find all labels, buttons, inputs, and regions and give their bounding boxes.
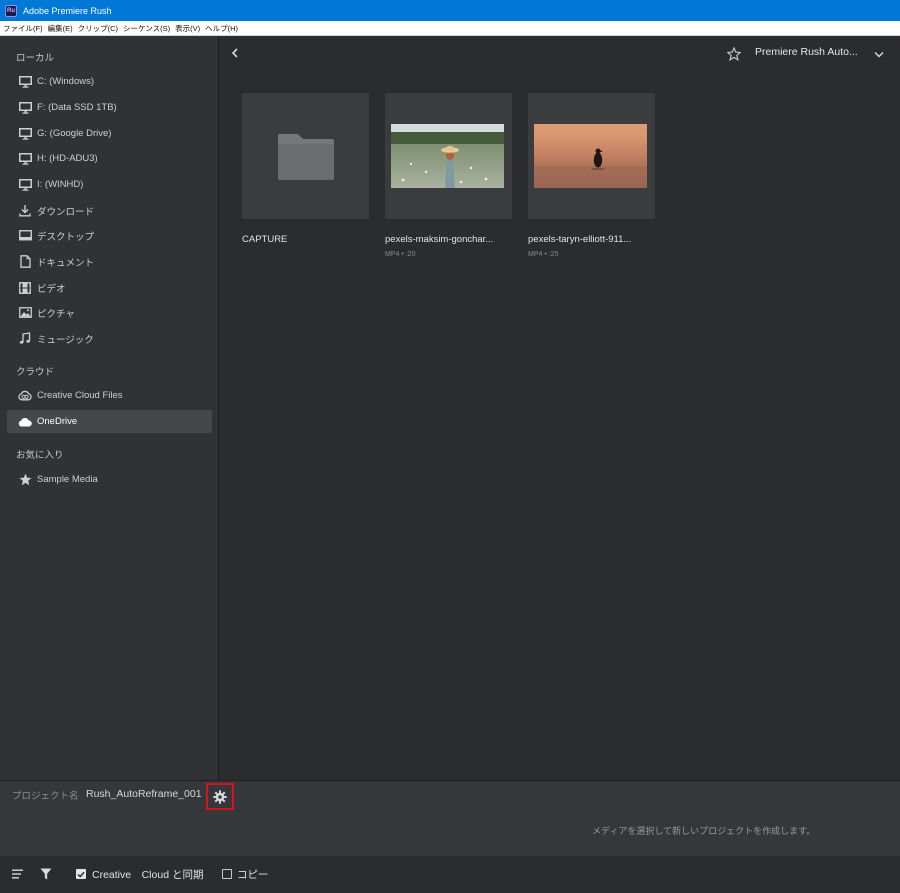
chevron-left-icon (231, 48, 238, 58)
bottom-toolbar: Creative Cloud と同期 コピー (0, 856, 900, 893)
sidebar-item-documents[interactable]: ドキュメント (7, 250, 212, 273)
creative-cloud-sync-label[interactable]: Creative Cloud と同期 (92, 867, 203, 882)
sidebar-item-desktop[interactable]: デスクトップ (7, 224, 212, 247)
sidebar-item-label: ミュージック (37, 334, 94, 346)
star-filled-icon (18, 473, 32, 487)
monitor-icon (18, 178, 32, 192)
sidebar-item-label: F: (Data SSD 1TB) (37, 102, 117, 113)
sidebar-item-downloads[interactable]: ダウンロード (7, 199, 212, 222)
monitor-icon (18, 101, 32, 115)
sidebar-item-g-drive[interactable]: G: (Google Drive) (7, 122, 212, 145)
sidebar-item-label: デスクトップ (37, 231, 95, 243)
sidebar-item-label: G: (Google Drive) (37, 128, 112, 139)
list-view-button[interactable] (11, 867, 25, 881)
document-icon (18, 255, 32, 269)
title-bar: Ru Adobe Premiere Rush (0, 0, 900, 21)
sidebar-item-music[interactable]: ミュージック (7, 327, 212, 350)
sidebar-item-label: I: (WINHD) (37, 179, 84, 190)
media-tile-meta: MP4 • :20 (385, 251, 416, 258)
creative-cloud-sync-checkbox[interactable] (76, 869, 86, 879)
sidebar-item-creative-cloud-files[interactable]: Creative Cloud Files (7, 384, 212, 407)
media-tile-meta: MP4 • :25 (528, 251, 559, 258)
location-dropdown-button[interactable] (873, 48, 885, 60)
sidebar-item-label: Creative Cloud Files (37, 390, 123, 401)
star-outline-icon (727, 47, 741, 61)
gear-icon (213, 789, 227, 804)
media-tile-video[interactable] (528, 93, 655, 219)
sidebar-item-pictures[interactable]: ピクチャ (7, 301, 212, 324)
picture-icon (18, 306, 32, 320)
download-icon (18, 204, 32, 218)
creative-cloud-icon (18, 389, 32, 403)
project-name-label: プロジェクト名 (12, 791, 79, 802)
menu-sequence[interactable]: シーケンス(S) (123, 23, 170, 34)
sidebar-item-sample-media[interactable]: Sample Media (7, 468, 212, 491)
project-settings-button[interactable] (206, 783, 234, 810)
sidebar-item-i-drive[interactable]: I: (WINHD) (7, 173, 212, 196)
sidebar-item-label: OneDrive (37, 416, 78, 427)
menu-file[interactable]: ファイル(F) (3, 23, 43, 34)
media-browser: Premiere Rush Auto... CAPTURE pexels-mak… (220, 36, 900, 780)
video-thumbnail-woman-field (391, 124, 504, 188)
list-icon (12, 869, 23, 879)
back-button[interactable] (228, 46, 242, 60)
project-panel: プロジェクト名 Rush_AutoReframe_001 メディアを選択して新し… (0, 780, 900, 856)
desktop-icon (18, 229, 32, 243)
favorite-star-button[interactable] (726, 46, 742, 62)
media-tile-folder[interactable] (242, 93, 369, 219)
sidebar-item-c-drive[interactable]: C: (Windows) (7, 70, 212, 93)
location-dropdown-label[interactable]: Premiere Rush Auto... (755, 46, 858, 58)
window-title: Adobe Premiere Rush (23, 5, 112, 16)
filter-button[interactable] (39, 867, 53, 881)
menu-bar: ファイル(F) 編集(E) クリップ(C) シーケンス(S) 表示(V) ヘルプ… (0, 21, 900, 36)
monitor-icon (18, 75, 32, 89)
sidebar-item-label: ビデオ (37, 283, 66, 295)
location-sidebar: ローカル C: (Windows) F: (Data SSD 1TB) G: (… (0, 36, 219, 780)
media-tile-name: pexels-maksim-gonchar... (385, 234, 494, 245)
sidebar-item-videos[interactable]: ビデオ (7, 276, 212, 299)
sidebar-item-label: ピクチャ (37, 308, 75, 320)
sidebar-item-label: ドキュメント (37, 257, 95, 269)
sidebar-item-label: H: (HD-ADU3) (37, 153, 98, 164)
copy-label[interactable]: コピー (237, 867, 269, 882)
checkmark-icon (77, 871, 85, 878)
menu-clip[interactable]: クリップ(C) (78, 23, 118, 34)
media-tile-video[interactable] (385, 93, 512, 219)
media-tile-name: pexels-taryn-elliott-911... (528, 234, 632, 245)
copy-checkbox[interactable] (222, 869, 232, 879)
sidebar-item-h-drive[interactable]: H: (HD-ADU3) (7, 147, 212, 170)
section-label-local: ローカル (16, 53, 55, 64)
folder-icon (277, 133, 334, 180)
sidebar-item-label: ダウンロード (37, 206, 95, 218)
sidebar-item-label: Sample Media (37, 474, 98, 485)
sidebar-item-f-drive[interactable]: F: (Data SSD 1TB) (7, 96, 212, 119)
sidebar-item-label: C: (Windows) (37, 76, 95, 87)
create-project-hint: メディアを選択して新しいプロジェクトを作成します。 (592, 826, 816, 836)
cloud-icon (18, 415, 32, 429)
filter-icon (40, 868, 52, 880)
media-tile-name: CAPTURE (242, 234, 288, 245)
premiere-rush-app-icon: Ru (5, 4, 17, 17)
video-thumbnail-penguin-sunset (534, 124, 647, 188)
chevron-down-icon (874, 51, 884, 58)
music-note-icon (18, 332, 32, 346)
sidebar-item-onedrive[interactable]: OneDrive (7, 410, 212, 433)
project-name-field[interactable]: Rush_AutoReframe_001 (86, 788, 202, 800)
menu-help[interactable]: ヘルプ(H) (205, 23, 238, 34)
menu-edit[interactable]: 編集(E) (48, 23, 73, 34)
section-label-favorites: お気に入り (16, 450, 64, 461)
monitor-icon (18, 152, 32, 166)
film-icon (18, 281, 32, 295)
section-label-cloud: クラウド (16, 367, 55, 378)
monitor-icon (18, 127, 32, 141)
menu-view[interactable]: 表示(V) (175, 23, 200, 34)
